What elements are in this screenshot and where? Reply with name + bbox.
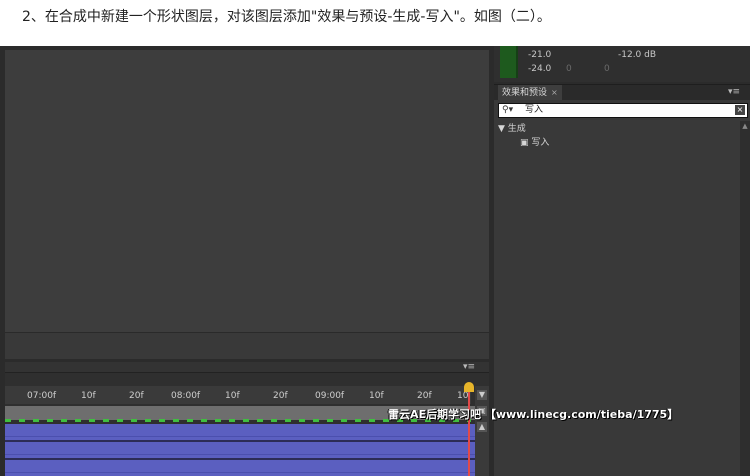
category-label: 生成	[507, 124, 526, 134]
effect-icon: ▣	[520, 138, 529, 148]
timeline-header: ▾≡	[5, 362, 489, 373]
composition-footer	[5, 332, 489, 359]
effects-search-input[interactable]: ⚲▾ 写入 ×	[498, 103, 748, 118]
audio-zero: 0	[566, 64, 572, 74]
audio-level: -24.0	[528, 64, 552, 74]
audio-panel: -21.0 -24.0 -12.0 dB 0 0	[494, 46, 750, 82]
panel-tab-bar: 效果和预设 × ▾≡	[494, 85, 750, 100]
tick-label: 09:00f	[315, 391, 345, 401]
tick-label: 10f	[369, 391, 384, 401]
tick-label: 20f	[417, 391, 432, 401]
tick-label: 08:00f	[171, 391, 201, 401]
article-caption: 2、在合成中新建一个形状图层，对该图层添加"效果与预设-生成-写入"。如图（二）…	[0, 0, 750, 46]
expand-arrow-icon[interactable]: ▼	[498, 124, 505, 134]
layer-tracks[interactable]	[5, 424, 475, 476]
tick-label: 20f	[273, 391, 288, 401]
zoom-out-icon[interactable]: ▼	[477, 390, 487, 400]
timeline-nav-strip: ▼ ▣ ▲	[475, 386, 489, 476]
tick-label: 10f	[81, 391, 96, 401]
cti-handle-icon[interactable]	[464, 382, 474, 392]
search-value: 写入	[525, 105, 544, 115]
scroll-up-icon[interactable]: ▲	[740, 121, 750, 131]
audio-level: -21.0	[528, 50, 552, 60]
audio-zero: 0	[604, 64, 610, 74]
cti-line	[468, 392, 470, 476]
current-time-indicator[interactable]	[464, 382, 474, 476]
category-generate[interactable]: ▼ 生成	[498, 121, 526, 134]
effect-item-write-on[interactable]: ▣ 写入	[520, 135, 549, 148]
tab-label: 效果和预设	[502, 88, 548, 98]
composition-viewer[interactable]	[5, 50, 489, 332]
effect-label: 写入	[531, 138, 550, 148]
tick-label: 20f	[129, 391, 144, 401]
audio-db-readout: -12.0 dB	[618, 50, 657, 60]
clear-search-icon[interactable]: ×	[735, 105, 745, 115]
search-icon[interactable]: ⚲▾	[502, 104, 513, 117]
timeline-menu-icon[interactable]: ▾≡	[463, 362, 475, 372]
watermark: 雷云AE后期学习吧 【www.linecg.com/tieba/1775】	[388, 408, 679, 421]
tab-effects-presets[interactable]: 效果和预设 ×	[498, 85, 562, 100]
panel-menu-icon[interactable]: ▾≡	[728, 85, 740, 100]
panel-scrollbar[interactable]: ▲	[740, 121, 750, 476]
ae-screenshot: ▾≡ 07:00f 10f 20f 08:00f 10f 20f 09:00f …	[0, 46, 750, 476]
tick-label: 07:00f	[27, 391, 57, 401]
time-ruler[interactable]: 07:00f 10f 20f 08:00f 10f 20f 09:00f 10f…	[5, 386, 471, 404]
tick-label: 10f	[225, 391, 240, 401]
scroll-up-icon[interactable]: ▲	[477, 422, 487, 432]
close-icon[interactable]: ×	[551, 88, 558, 97]
caption-text: 2、在合成中新建一个形状图层，对该图层添加"效果与预设-生成-写入"。如图（二）…	[22, 9, 551, 25]
audio-meter	[500, 46, 518, 78]
